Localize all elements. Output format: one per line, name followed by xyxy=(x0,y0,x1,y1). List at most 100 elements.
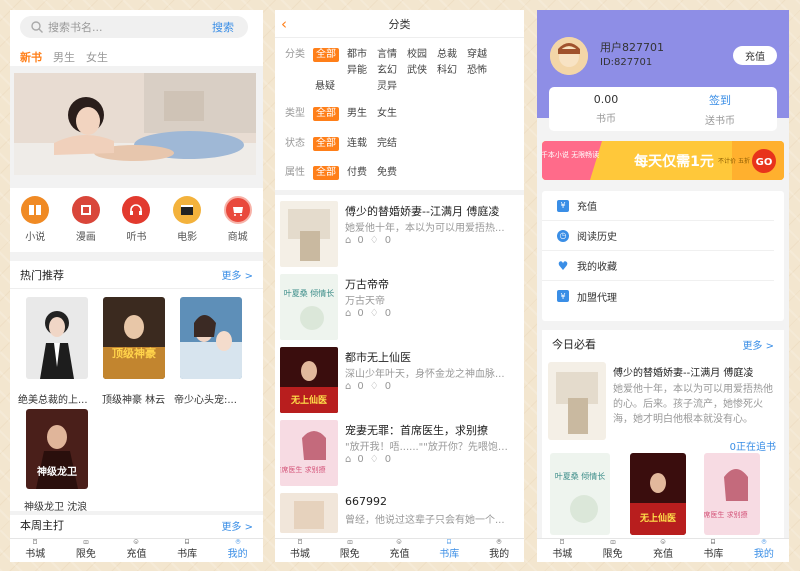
recharge-button[interactable]: 充值 xyxy=(733,46,777,65)
promo-banner[interactable]: 千本小说 无限畅读 每天仅需1元 不计价 五折 GO xyxy=(542,141,784,180)
book-cover[interactable]: 神级龙卫 xyxy=(26,409,88,489)
filter-option[interactable]: 女生 xyxy=(375,107,399,121)
tab-label: 我的 xyxy=(753,549,774,560)
category-novel[interactable]: 小说 xyxy=(21,196,50,252)
search-bar[interactable]: 搜索书名... 搜索 xyxy=(20,16,248,38)
menu-item-history[interactable]: ◷ 阅读历史 xyxy=(542,221,774,251)
filter-option[interactable]: 总裁 xyxy=(435,48,459,62)
filter-option-all[interactable]: 全部 xyxy=(313,48,339,62)
book-title[interactable]: 顶级神豪 林云 xyxy=(102,391,177,406)
banner-image[interactable] xyxy=(14,73,256,175)
book-cover[interactable]: 无上仙医 xyxy=(630,453,686,535)
book-stats: ⌂ 0 ♢ 0 xyxy=(345,381,391,392)
tab-library[interactable]: 书库 xyxy=(162,539,213,562)
filter-option-all[interactable]: 全部 xyxy=(313,107,339,121)
filter-option-all[interactable]: 全部 xyxy=(313,166,339,180)
more-link[interactable]: 更多 > xyxy=(742,337,774,352)
cover-title: 无上仙医 xyxy=(639,512,676,524)
book-cover[interactable]: 首席医生 求别撩 xyxy=(704,453,760,535)
filter-option-all[interactable]: 全部 xyxy=(313,137,339,151)
tab-label: 我的 xyxy=(489,549,510,560)
section-header: 今日必看 更多 > xyxy=(542,330,784,358)
book-title[interactable]: 绝美总裁的上... xyxy=(18,391,93,406)
yen-icon: ¥ xyxy=(557,290,569,302)
menu-label: 充值 xyxy=(577,202,597,213)
filter-option[interactable]: 玄幻 xyxy=(375,64,399,78)
tab-free[interactable]: 限免 xyxy=(61,539,112,562)
filter-option[interactable]: 穿越 xyxy=(465,48,489,62)
book-cover[interactable]: 叶夏桑 倾情长 xyxy=(550,453,610,535)
book-title[interactable]: 神级龙卫 沈浪 xyxy=(24,498,109,513)
filter-option[interactable]: 悬疑 xyxy=(313,80,337,94)
svg-text:$: $ xyxy=(136,540,138,544)
tab-free[interactable]: 限免 xyxy=(325,539,375,562)
book-cover[interactable] xyxy=(180,297,242,379)
book-icon xyxy=(33,539,38,544)
avatar[interactable] xyxy=(550,37,588,75)
book-cover[interactable] xyxy=(26,297,88,379)
filter-option[interactable]: 连载 xyxy=(345,137,369,151)
filter-option[interactable]: 校园 xyxy=(405,48,429,62)
tab-recharge[interactable]: $ 充值 xyxy=(111,539,162,562)
category-movie[interactable]: 电影 xyxy=(173,196,202,252)
filter-option[interactable]: 免费 xyxy=(375,166,399,180)
cover-title: 神级龙卫 xyxy=(37,465,77,478)
book-cover[interactable] xyxy=(548,362,606,440)
tab-male[interactable]: 男生 xyxy=(53,49,75,65)
tab-bookstore[interactable]: 书城 xyxy=(537,539,587,562)
heart-icon: ♥ xyxy=(557,258,569,273)
menu-item-recharge[interactable]: ¥ 充值 xyxy=(542,191,774,221)
filter-option[interactable]: 男生 xyxy=(345,107,369,121)
eye-icon: ⌂ xyxy=(345,454,352,465)
category-shop[interactable]: 商城 xyxy=(223,196,252,252)
profile-menu: ¥ 充值 ◷ 阅读历史 ♥ 我的收藏 ¥ 加盟代理 xyxy=(542,191,784,321)
category-audiobook[interactable]: 听书 xyxy=(122,196,151,252)
like-count: 0 xyxy=(384,381,392,392)
promo-go-button[interactable]: GO xyxy=(756,157,773,168)
category-header: ‹ 分类 xyxy=(275,10,524,38)
search-button[interactable]: 搜索 xyxy=(212,19,234,35)
tab-mine[interactable]: 我的 xyxy=(212,539,263,562)
tab-library[interactable]: 书库 xyxy=(424,539,474,562)
gift-coins-label: 送书币 xyxy=(705,115,735,127)
book-cover[interactable]: 顶级神豪 xyxy=(103,297,165,379)
tab-mine[interactable]: 我的 xyxy=(739,539,789,562)
tab-female[interactable]: 女生 xyxy=(86,49,108,65)
tab-recharge[interactable]: $ 充值 xyxy=(375,539,425,562)
bookshelf-icon xyxy=(185,539,189,544)
book-title[interactable]: 傅少的替婚娇妻--江满月 傅庭凌 xyxy=(613,364,783,379)
tab-bookstore[interactable]: 书城 xyxy=(275,539,325,562)
filter-option[interactable]: 言情 xyxy=(375,48,399,62)
filter-option[interactable]: 灵异 xyxy=(375,80,399,94)
filter-option[interactable]: 都市 xyxy=(345,48,369,62)
clock-icon: ◷ xyxy=(557,229,569,242)
menu-item-favorites[interactable]: ♥ 我的收藏 xyxy=(542,251,774,281)
more-link[interactable]: 更多 > xyxy=(221,518,253,533)
tab-free[interactable]: 限免 xyxy=(587,539,637,562)
signin-button[interactable]: 签到 xyxy=(709,92,731,108)
category-comic[interactable]: 漫画 xyxy=(71,196,100,252)
tab-new-books[interactable]: 新书 xyxy=(20,49,42,65)
tab-library[interactable]: 书库 xyxy=(688,539,738,562)
filter-option[interactable]: 付费 xyxy=(345,166,369,180)
book-stats: ⌂ 0 ♢ 0 xyxy=(345,454,391,465)
tab-recharge[interactable]: $ 充值 xyxy=(638,539,688,562)
menu-item-agency[interactable]: ¥ 加盟代理 xyxy=(542,281,774,311)
back-chevron-icon[interactable]: ‹ xyxy=(281,15,287,33)
filter-option[interactable]: 异能 xyxy=(345,64,369,78)
more-link[interactable]: 更多 > xyxy=(221,267,253,282)
signin-block[interactable]: 签到 送书币 xyxy=(663,87,777,131)
filter-option[interactable]: 恐怖 xyxy=(465,64,489,78)
filter-option[interactable]: 武侠 xyxy=(405,64,429,78)
search-input[interactable]: 搜索书名... xyxy=(48,19,212,35)
book-cover: 叶夏桑 倾情长 xyxy=(280,274,338,340)
filter-option[interactable]: 完结 xyxy=(375,137,399,151)
book-cover: 无上仙医 xyxy=(280,347,338,413)
coin-value: 0.00 xyxy=(593,93,619,106)
book-title[interactable]: 帝少心头宠:... xyxy=(174,391,254,406)
tab-bookstore[interactable]: 书城 xyxy=(10,539,61,562)
tab-mine[interactable]: 我的 xyxy=(474,539,524,562)
bookshelf-icon xyxy=(447,539,452,544)
tab-label: 充值 xyxy=(126,549,147,560)
filter-option[interactable]: 科幻 xyxy=(435,64,459,78)
